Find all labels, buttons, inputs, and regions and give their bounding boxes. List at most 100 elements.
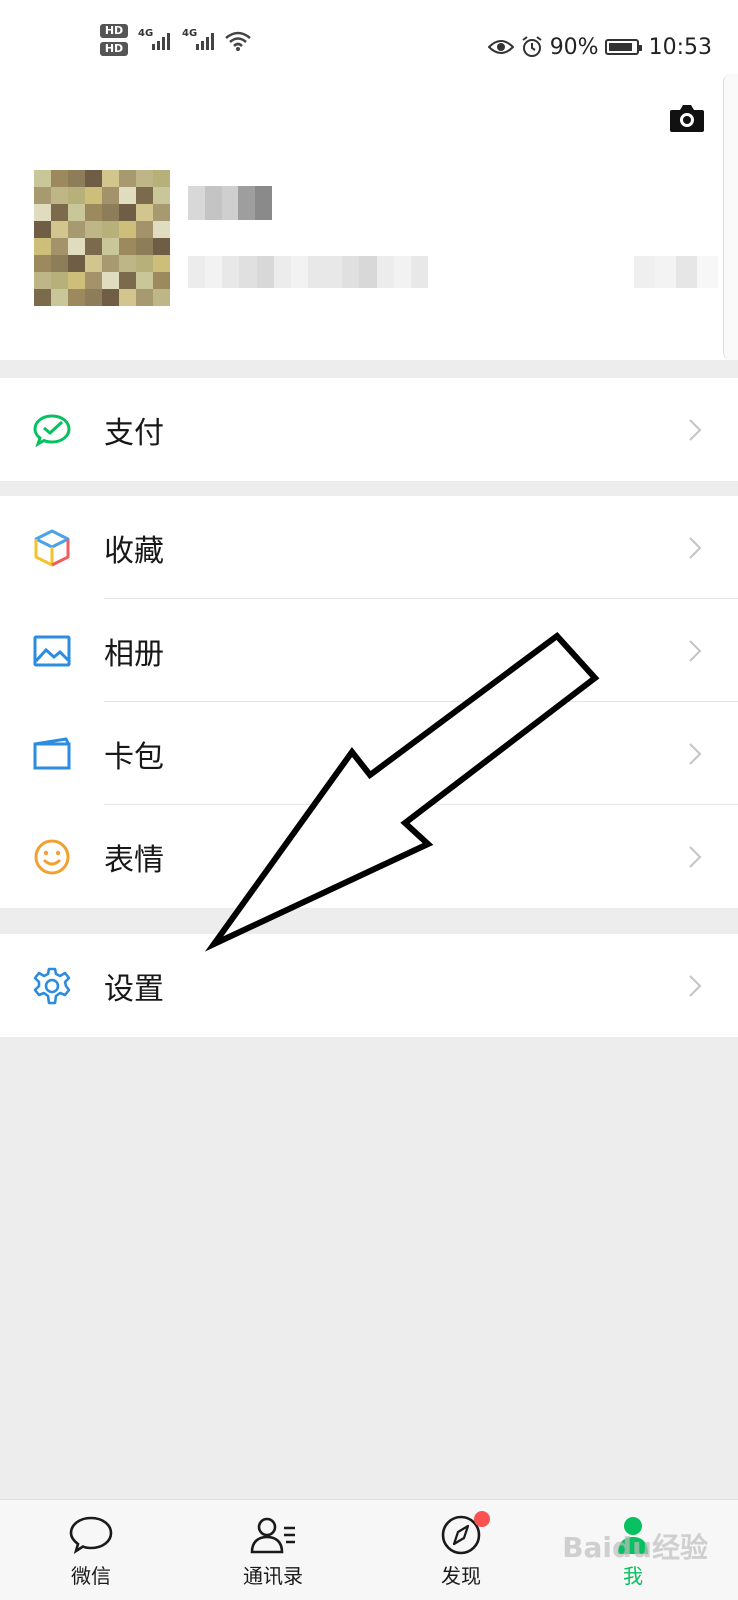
pixel-block — [34, 238, 51, 255]
pixel-block — [136, 187, 153, 204]
pixel-block — [256, 256, 274, 288]
pixel-block — [85, 255, 102, 272]
qr-code-blurred[interactable] — [634, 256, 718, 288]
network-type-1: 4G — [138, 28, 154, 39]
battery-icon — [604, 39, 642, 55]
profile-header[interactable] — [0, 92, 738, 360]
pixel-block — [153, 204, 170, 221]
side-scroll-handle — [723, 74, 738, 360]
pixel-block — [34, 204, 51, 221]
pixel-block — [51, 187, 68, 204]
pixel-block — [153, 221, 170, 238]
pixel-block — [153, 238, 170, 255]
hd-badge-2: HD — [100, 42, 128, 56]
pixel-block — [307, 256, 326, 288]
pixel-block — [68, 238, 85, 255]
pixel-block — [136, 221, 153, 238]
pixel-block — [136, 272, 153, 289]
pixel-block — [85, 170, 102, 187]
menu-item-favorites[interactable]: 收藏 — [0, 496, 738, 599]
pixel-block — [136, 204, 153, 221]
pixel-block — [136, 238, 153, 255]
pixel-block — [34, 272, 51, 289]
chevron-right-icon — [689, 974, 702, 997]
pixel-block — [119, 221, 136, 238]
pixel-block — [119, 255, 136, 272]
pixel-block — [136, 170, 153, 187]
pixel-block — [85, 221, 102, 238]
pixel-block — [255, 186, 272, 220]
pixel-block — [188, 256, 206, 288]
pixel-block — [153, 255, 170, 272]
contacts-icon — [250, 1517, 295, 1554]
pixel-block — [68, 272, 85, 289]
gear-icon — [33, 967, 71, 1004]
chevron-right-icon — [689, 639, 702, 662]
pixel-block — [393, 256, 411, 288]
tab-label-chats: 微信 — [71, 1564, 111, 1588]
pixel-block — [102, 204, 119, 221]
pixel-block — [34, 221, 51, 238]
camera-icon[interactable] — [668, 102, 706, 134]
pixel-block — [634, 256, 655, 288]
pixel-block — [119, 187, 136, 204]
pixel-block — [222, 256, 240, 288]
pixel-block — [273, 256, 291, 288]
menu-group-pay: 支付 — [0, 378, 738, 481]
pixel-block — [290, 256, 308, 288]
pixel-block — [239, 256, 257, 288]
pixel-block — [153, 187, 170, 204]
pixel-block — [34, 170, 51, 187]
pixel-block — [204, 186, 222, 220]
pixel-block — [376, 256, 394, 288]
status-bar: HD HD 4G 4G 90% 10:53 — [0, 0, 738, 92]
pixel-block — [68, 204, 85, 221]
pixel-block — [325, 256, 343, 288]
pixel-block — [102, 187, 119, 204]
pixel-block — [102, 289, 119, 306]
pixel-block — [342, 256, 360, 288]
pixel-block — [119, 170, 136, 187]
baidu-watermark: Baidu经验 — [562, 1531, 708, 1564]
pixel-block — [51, 204, 68, 221]
pixel-block — [119, 204, 136, 221]
status-right: 90% 10:53 — [487, 30, 712, 64]
pixel-block — [51, 272, 68, 289]
pixel-block — [68, 221, 85, 238]
menu-label-stickers: 表情 — [104, 842, 164, 878]
pixel-block — [221, 186, 239, 220]
network-type-2: 4G — [182, 28, 198, 39]
tab-label-discover: 发现 — [441, 1564, 481, 1588]
pixel-block — [153, 272, 170, 289]
pixel-block — [119, 289, 136, 306]
pixel-block — [102, 255, 119, 272]
favorites-cube-icon — [34, 529, 70, 566]
chevron-right-icon — [689, 845, 702, 868]
avatar[interactable] — [34, 170, 170, 306]
pixel-block — [51, 238, 68, 255]
menu-label-album: 相册 — [104, 636, 164, 672]
menu-item-pay[interactable]: 支付 — [0, 378, 738, 481]
hd-badge-1: HD — [100, 24, 128, 38]
pixel-block — [34, 255, 51, 272]
chevron-right-icon — [689, 536, 702, 559]
menu-label-pay: 支付 — [104, 415, 164, 451]
tab-contacts[interactable]: 通讯录 — [218, 1514, 328, 1589]
chat-bubble-icon — [69, 1516, 113, 1554]
pixel-block — [676, 256, 697, 288]
pixel-block — [34, 289, 51, 306]
pixel-block — [238, 186, 256, 220]
pixel-block — [359, 256, 377, 288]
pixel-block — [153, 289, 170, 306]
alarm-icon — [522, 36, 542, 57]
pixel-block — [51, 170, 68, 187]
tab-label-contacts: 通讯录 — [243, 1564, 303, 1588]
tab-discover[interactable]: 发现 — [406, 1511, 516, 1589]
pixel-block — [34, 187, 51, 204]
pixel-block — [85, 272, 102, 289]
pixel-block — [188, 186, 205, 220]
bottom-tab-bar: 微信 通讯录 发现 我 Baidu经验 — [0, 1499, 738, 1600]
tab-chats[interactable]: 微信 — [36, 1514, 146, 1589]
signal-bars-icon — [152, 33, 170, 50]
pixel-block — [119, 238, 136, 255]
